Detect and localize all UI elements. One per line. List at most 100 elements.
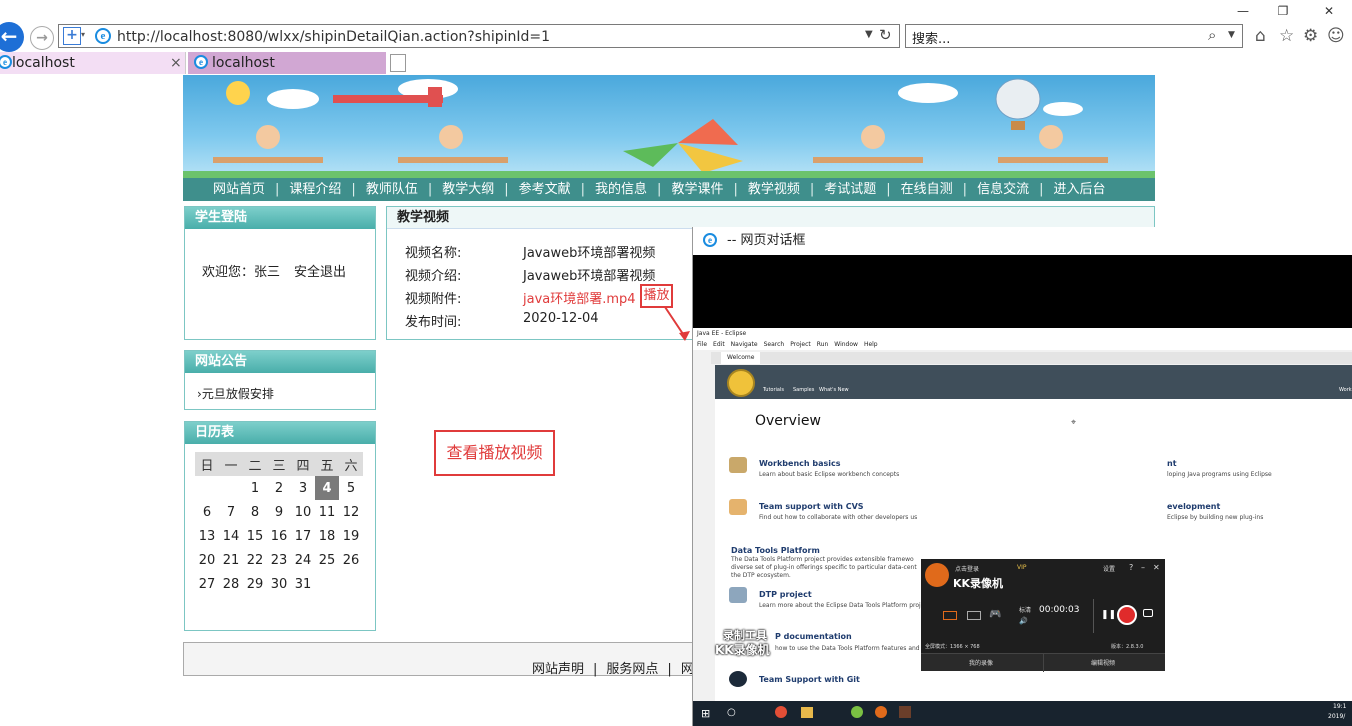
dropdown-icon[interactable]: ▼ [865, 29, 873, 40]
calendar-day[interactable]: 24 [291, 548, 315, 572]
calendar-day[interactable]: 21 [219, 548, 243, 572]
logout-link[interactable]: 安全退出 [294, 261, 346, 280]
kk-close-button[interactable]: ✕ [1153, 563, 1160, 572]
home-icon[interactable]: ⌂ [1255, 26, 1266, 46]
eclipse-menu-item[interactable]: Project [790, 341, 811, 348]
nav-item[interactable]: 教学大纲 [442, 182, 494, 197]
calendar-day[interactable]: 15 [243, 524, 267, 548]
calendar-day[interactable]: 18 [315, 524, 339, 548]
eclipse-menu-item[interactable]: Help [864, 341, 878, 348]
eclipse-item-title[interactable]: Team Support with Git [759, 675, 860, 684]
volume-icon[interactable]: 🔊 [1019, 617, 1028, 625]
window-record-icon[interactable] [967, 611, 981, 620]
tab-localhost-1[interactable]: e localhost × [0, 52, 186, 74]
nav-item[interactable]: 我的信息 [595, 182, 647, 197]
calendar-day[interactable]: 31 [291, 572, 315, 596]
edit-video-button[interactable]: 编辑视频 [1091, 658, 1115, 667]
my-recordings-button[interactable]: 我的录像 [969, 658, 993, 667]
search-box[interactable]: 搜索... ⌕ ▼ [905, 24, 1243, 48]
eclipse-menu-item[interactable]: Search [764, 341, 785, 348]
kk-login[interactable]: 点击登录 [955, 564, 979, 573]
search-dropdown-icon[interactable]: ▼ [1228, 30, 1235, 40]
search-icon[interactable]: ⌕ [1208, 26, 1216, 44]
search-input[interactable]: 搜索... [912, 28, 950, 47]
calendar-day[interactable]: 6 [195, 500, 219, 524]
nav-item[interactable]: 教学视频 [748, 182, 800, 197]
calendar-day[interactable]: 29 [243, 572, 267, 596]
calendar-day[interactable]: 11 [315, 500, 339, 524]
new-tab-button[interactable] [390, 54, 406, 72]
nav-item[interactable]: 教学课件 [671, 182, 723, 197]
calendar-day[interactable]: 17 [291, 524, 315, 548]
tab-localhost-2[interactable]: e localhost [188, 52, 386, 74]
eclipse-menu-item[interactable]: Edit [713, 341, 725, 348]
calendar-day[interactable]: 3 [291, 476, 315, 500]
video-file[interactable]: java环境部署.mp4 [523, 288, 636, 307]
kk-quality[interactable]: 标清 [1019, 605, 1031, 614]
kk-help-button[interactable]: ? [1129, 563, 1133, 572]
eclipse-item-title[interactable]: P documentation [775, 632, 852, 641]
nav-item[interactable]: 网站首页 [213, 182, 265, 197]
restore-icon[interactable]: ❐ [1268, 2, 1298, 20]
refresh-icon[interactable]: ↻ [879, 26, 892, 44]
calendar-day[interactable]: 19 [339, 524, 363, 548]
url-text[interactable]: http://localhost:8080/wlxx/shipinDetailQ… [117, 29, 550, 45]
calendar-day[interactable]: 7 [219, 500, 243, 524]
tutorials-label[interactable]: Tutorials [763, 387, 784, 393]
workbench-label[interactable]: Work [1339, 387, 1352, 393]
calendar-day[interactable]: 2 [267, 476, 291, 500]
chevron-down-icon[interactable]: ▾ [81, 30, 85, 39]
eclipse-menu-item[interactable]: Navigate [731, 341, 758, 348]
nav-item[interactable]: 在线自测 [901, 182, 953, 197]
kk-settings[interactable]: 设置 [1103, 564, 1115, 573]
eclipse-item-title[interactable]: Data Tools Platform [731, 546, 820, 555]
calendar-day[interactable]: 4 [315, 476, 339, 500]
back-button[interactable]: ← [0, 22, 24, 52]
eclipse-welcome-tab[interactable]: Welcome [721, 352, 761, 364]
eclipse-item-title[interactable]: nt [1167, 459, 1177, 468]
calendar-day[interactable]: 8 [243, 500, 267, 524]
calendar-day[interactable]: 28 [219, 572, 243, 596]
nav-item[interactable]: 教师队伍 [366, 182, 418, 197]
address-bar[interactable]: + ▾ e http://localhost:8080/wlxx/shipinD… [58, 24, 900, 48]
calendar-day[interactable]: 26 [339, 548, 363, 572]
calendar-day[interactable]: 1 [243, 476, 267, 500]
kk-vip[interactable]: VIP [1017, 564, 1027, 571]
eclipse-item-title[interactable]: evelopment [1167, 502, 1220, 511]
smiley-icon[interactable]: ☺ [1327, 26, 1345, 46]
calendar-day[interactable]: 16 [267, 524, 291, 548]
tab-close-icon[interactable]: × [170, 52, 182, 74]
calendar-day[interactable]: 13 [195, 524, 219, 548]
calendar-day[interactable]: 23 [267, 548, 291, 572]
minimize-icon[interactable]: — [1228, 2, 1258, 20]
close-icon[interactable]: ✕ [1314, 2, 1344, 20]
kk-minimize-button[interactable]: – [1141, 563, 1145, 572]
nav-item[interactable]: 考试试题 [824, 182, 876, 197]
shield-icon[interactable]: + [63, 27, 81, 45]
samples-label[interactable]: Samples [793, 387, 814, 393]
calendar-day[interactable]: 20 [195, 548, 219, 572]
eclipse-menu-item[interactable]: Window [834, 341, 858, 348]
calendar-day[interactable]: 9 [267, 500, 291, 524]
screen-record-icon[interactable] [943, 611, 957, 620]
eclipse-item-title[interactable]: Workbench basics [759, 459, 841, 468]
nav-item[interactable]: 进入后台 [1053, 182, 1105, 197]
calendar-day[interactable]: 27 [195, 572, 219, 596]
calendar-day[interactable]: 5 [339, 476, 363, 500]
calendar-day[interactable]: 10 [291, 500, 315, 524]
stop-record-icon[interactable] [1117, 605, 1137, 625]
nav-item[interactable]: 信息交流 [977, 182, 1029, 197]
camera-icon[interactable] [1143, 609, 1153, 617]
nav-item[interactable]: 课程介绍 [289, 182, 341, 197]
pause-icon[interactable]: ❚❚ [1101, 610, 1116, 620]
footer-link[interactable]: 服务网点 [606, 662, 658, 677]
star-icon[interactable]: ☆ [1279, 26, 1294, 46]
eclipse-item-title[interactable]: Team support with CVS [759, 502, 864, 511]
eclipse-item-title[interactable]: DTP project [759, 590, 812, 599]
gear-icon[interactable]: ⚙ [1303, 26, 1318, 46]
eclipse-menu-item[interactable]: File [697, 341, 707, 348]
game-record-icon[interactable]: 🎮 [989, 609, 1001, 620]
forward-button[interactable]: → [30, 26, 54, 50]
calendar-day[interactable]: 25 [315, 548, 339, 572]
calendar-day[interactable]: 14 [219, 524, 243, 548]
